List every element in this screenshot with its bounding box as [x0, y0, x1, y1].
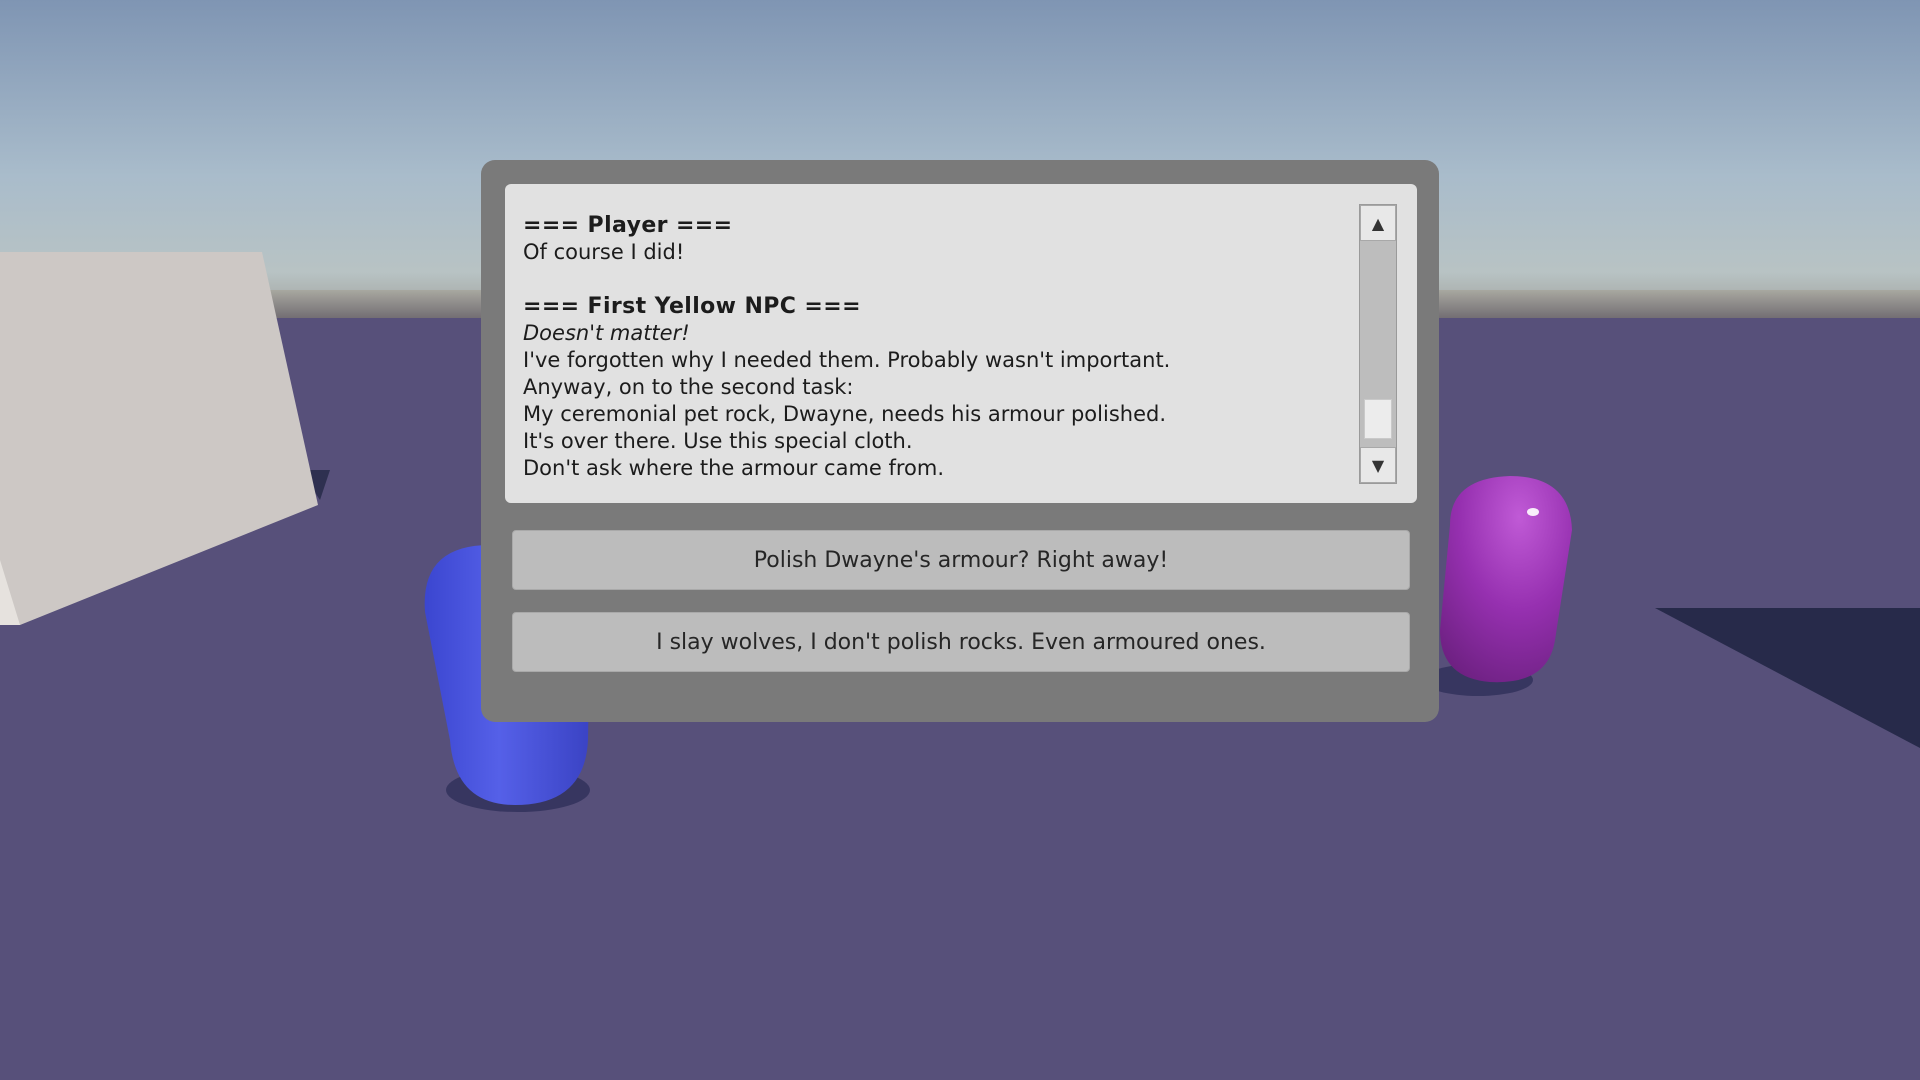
scroll-up-button[interactable]: ▲ — [1360, 205, 1396, 241]
transcript-entry: === Player === Of course I did! — [523, 212, 1343, 266]
transcript-scrollbar[interactable]: ▲ ▼ — [1359, 204, 1397, 484]
dialogue-line: Of course I did! — [523, 240, 685, 264]
dialogue-line: It's over there. Use this special cloth. — [523, 429, 913, 453]
scrollbar-thumb[interactable] — [1364, 398, 1392, 439]
dialogue-line: I've forgotten why I needed them. Probab… — [523, 348, 1171, 372]
triangle-down-icon: ▼ — [1371, 455, 1385, 475]
dialogue-panel: === Player === Of course I did! === Firs… — [481, 160, 1439, 722]
speaker-name: === First Yellow NPC === — [523, 294, 861, 319]
transcript-text: === Player === Of course I did! === Firs… — [523, 212, 1343, 482]
dialogue-choice-button[interactable]: I slay wolves, I don't polish rocks. Eve… — [512, 612, 1410, 672]
dialogue-transcript[interactable]: === Player === Of course I did! === Firs… — [505, 184, 1417, 503]
transcript-entry: === First Yellow NPC === Doesn't matter!… — [523, 293, 1343, 482]
scroll-down-button[interactable]: ▼ — [1360, 447, 1396, 483]
dialogue-emphasis-line: Doesn't matter! — [523, 321, 690, 345]
triangle-up-icon: ▲ — [1371, 213, 1385, 233]
dialogue-line: My ceremonial pet rock, Dwayne, needs hi… — [523, 402, 1167, 426]
speaker-name: === Player === — [523, 213, 733, 238]
dialogue-line: Don't ask where the armour came from. — [523, 456, 945, 480]
dialogue-line: Anyway, on to the second task: — [523, 375, 854, 399]
dialogue-choice-button[interactable]: Polish Dwayne's armour? Right away! — [512, 530, 1410, 590]
